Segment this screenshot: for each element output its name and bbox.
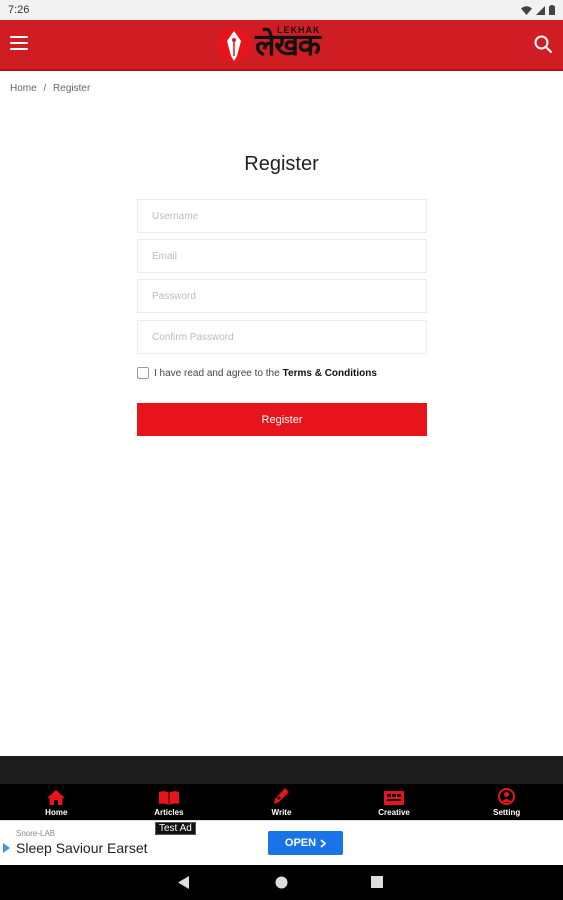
- app-header: LEKHAK लेखक: [0, 20, 563, 71]
- footer-strip: [0, 756, 563, 784]
- book-icon: [158, 791, 179, 805]
- username-input[interactable]: [137, 199, 427, 233]
- ad-banner[interactable]: Snore-LAB Sleep Saviour Earset OPEN: [0, 820, 563, 865]
- ad-sponsor: Snore-LAB: [16, 829, 56, 838]
- breadcrumb-separator: /: [43, 83, 47, 94]
- status-time: 7:26: [8, 4, 30, 16]
- ad-choices-icon[interactable]: [3, 843, 10, 853]
- nav-item-setting[interactable]: Setting: [450, 784, 563, 820]
- search-icon[interactable]: [533, 34, 553, 54]
- user-circle-icon: [498, 788, 516, 805]
- pen-icon: [274, 788, 290, 804]
- nav-label-write: Write: [271, 808, 292, 817]
- bottom-nav: Home Articles Write Creative Setting: [0, 784, 563, 820]
- confirm-password-input[interactable]: [137, 320, 427, 354]
- logo[interactable]: LEKHAK लेखक: [217, 24, 349, 66]
- test-ad-badge: Test Ad: [155, 822, 196, 835]
- signal-icon: [536, 5, 545, 15]
- ad-open-label: OPEN: [284, 837, 317, 849]
- nav-label-setting: Setting: [493, 808, 521, 817]
- nav-item-home[interactable]: Home: [0, 784, 113, 820]
- home-circle-icon[interactable]: [275, 876, 288, 889]
- register-button[interactable]: Register: [137, 403, 427, 436]
- nav-item-creative[interactable]: Creative: [338, 784, 451, 820]
- nav-item-write[interactable]: Write: [225, 784, 338, 820]
- terms-row: I have read and agree to the Terms & Con…: [137, 367, 377, 379]
- breadcrumb-current: Register: [53, 83, 91, 94]
- terms-link[interactable]: Terms & Conditions: [283, 368, 377, 379]
- status-bar: 7:26: [0, 0, 563, 20]
- back-icon[interactable]: [178, 876, 190, 889]
- system-nav-bar: [0, 865, 563, 900]
- recents-icon[interactable]: [371, 876, 383, 888]
- pen-nib-logo-icon: [217, 28, 251, 62]
- terms-agree-text: I have read and agree to the: [154, 367, 280, 379]
- status-icons: [521, 5, 555, 15]
- password-input[interactable]: [137, 279, 427, 313]
- breadcrumb-home[interactable]: Home: [10, 83, 37, 94]
- nav-item-articles[interactable]: Articles: [113, 784, 226, 820]
- terms-checkbox[interactable]: [137, 367, 149, 379]
- battery-icon: [549, 5, 555, 15]
- menu-icon[interactable]: [10, 36, 28, 50]
- wifi-icon: [521, 5, 532, 15]
- ad-open-button[interactable]: OPEN: [268, 831, 343, 855]
- chevron-right-icon: [320, 838, 327, 848]
- nav-label-home: Home: [45, 808, 68, 817]
- home-icon: [47, 790, 66, 805]
- nav-label-creative: Creative: [378, 808, 410, 817]
- email-input[interactable]: [137, 239, 427, 273]
- nav-label-articles: Articles: [154, 808, 184, 817]
- page-title: Register: [244, 153, 319, 175]
- breadcrumb: Home / Register: [10, 83, 94, 94]
- image-icon: [384, 791, 405, 805]
- logo-text: लेखक: [255, 28, 321, 63]
- ad-title[interactable]: Sleep Saviour Earset: [16, 840, 148, 856]
